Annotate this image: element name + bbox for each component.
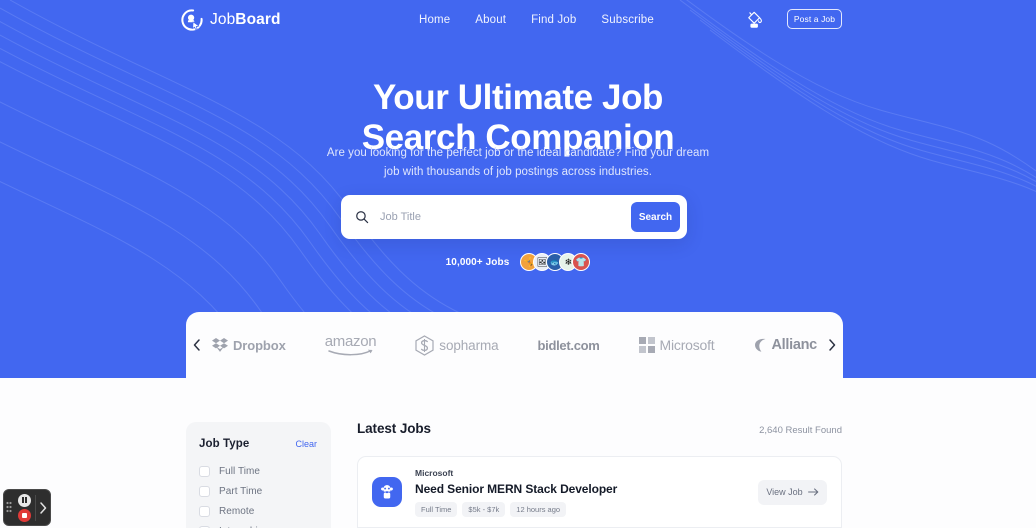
hero-title-line-1: Your Ultimate Job [372,78,664,117]
briefcase-badge-icon [381,485,393,499]
chevron-left-icon [193,339,200,351]
alliance-eagle-icon [754,338,765,352]
search-input[interactable] [369,211,631,223]
post-a-job-button[interactable]: Post a Job [787,9,842,29]
partner-logo-amazon[interactable]: amazon [325,334,377,356]
view-job-button[interactable]: View Job [758,479,827,505]
nav-item-subscribe[interactable]: Subscribe [601,14,654,26]
partner-logo-dropbox[interactable]: Dropbox [212,337,286,353]
job-tag-type: Full Time [415,501,458,517]
hero-subtitle: Are you looking for the perfect job or t… [326,147,710,178]
job-tag-list: Full Time $5k - $7k 12 hours ago [415,501,758,517]
job-tag-salary: $5k - $7k [462,501,506,517]
nav-item-home[interactable]: Home [419,14,450,26]
partner-logo-label: sopharma [439,337,499,353]
partner-logo-label: Allianc [771,337,818,353]
filter-option-part-time[interactable]: Part Time [199,486,317,497]
brand-word-board: Board [235,11,281,28]
chevron-right-icon [40,501,47,514]
job-details: Microsoft Need Senior MERN Stack Develop… [415,468,758,517]
job-tag-posted: 12 hours ago [510,501,567,517]
nav-item-find-job[interactable]: Find Job [531,14,576,26]
result-count-label: 2,640 Result Found [759,425,842,436]
filter-header: Job Type Clear [199,438,317,450]
search-button[interactable]: Search [631,202,680,232]
stop-record-icon[interactable] [18,508,31,522]
jobs-count-label: 10,000+ Jobs [445,256,510,268]
jobs-stat-row: 10,000+ Jobs 🤸 🖼 🐟 ❄ 👕 [0,253,1036,271]
pause-icon[interactable] [18,493,31,507]
page-root: JobBoard Home About Find Job Subscribe P… [0,0,1036,528]
latest-jobs-header: Latest Jobs 2,640 Result Found [357,421,842,436]
partner-logo-microsoft[interactable]: Microsoft [638,337,715,353]
drag-grip-icon[interactable] [4,501,14,515]
filter-option-remote[interactable]: Remote [199,506,317,517]
partner-logo-label: amazon [324,333,377,350]
job-title: Need Senior MERN Stack Developer [415,481,618,496]
job-search-bar: Search [341,195,687,239]
microsoft-squares-icon [638,337,655,353]
job-list-item[interactable]: Microsoft Need Senior MERN Stack Develop… [357,456,842,528]
partner-logo-bidlet[interactable]: bidlet.com [538,338,600,353]
filter-title: Job Type [199,438,250,450]
nav-item-about[interactable]: About [475,14,506,26]
carousel-track: Dropbox amazon sopharma bidlet.com Micro… [208,312,821,378]
recorder-controls [14,493,35,522]
filter-option-label: Full Time [219,466,261,477]
checkbox-full-time[interactable] [199,466,210,477]
arrow-right-icon [807,488,819,496]
paint-bucket-icon[interactable] [745,8,765,30]
recorder-expand-button[interactable] [36,501,50,514]
carousel-prev-button[interactable] [186,339,208,351]
top-navbar: JobBoard Home About Find Job Subscribe P… [0,0,1036,42]
job-company-name: Microsoft [415,467,454,478]
dropbox-icon [212,338,228,352]
cursor-circle-icon [181,9,203,31]
avatar: 👕 [572,253,591,271]
latest-jobs-title: Latest Jobs [357,421,431,436]
job-type-filter-panel: Job Type Clear Full Time Part Time Remot… [186,422,331,528]
partner-logo-label: Dropbox [233,337,286,353]
partner-logos-carousel: Dropbox amazon sopharma bidlet.com Micro… [186,312,843,378]
checkbox-part-time[interactable] [199,486,210,497]
screen-recorder-widget [3,489,51,526]
partner-logo-label: bidlet.com [537,337,600,353]
filter-option-label: Remote [219,506,255,517]
partner-logo-alliance[interactable]: Allianc [754,337,817,353]
chevron-right-icon [829,339,836,351]
brand-word-job: Job [210,11,236,28]
brand-logo[interactable]: JobBoard [181,9,281,31]
filter-option-full-time[interactable]: Full Time [199,466,317,477]
navbar-right-cluster: Post a Job [745,8,1036,30]
company-logo [372,477,402,507]
sopharma-hex-icon [415,334,434,356]
view-job-label: View Job [766,487,803,497]
checkbox-remote[interactable] [199,506,210,517]
filter-option-label: Part Time [219,486,263,497]
amazon-swoosh-icon [327,349,373,356]
brand-name: JobBoard [210,11,281,29]
nav-links: Home About Find Job Subscribe [419,14,654,26]
carousel-next-button[interactable] [821,339,843,351]
partner-logo-sopharma[interactable]: sopharma [415,334,499,356]
avatar-group: 🤸 🖼 🐟 ❄ 👕 [520,253,591,271]
partner-logo-label: Microsoft [659,337,715,353]
filter-clear-button[interactable]: Clear [295,439,317,449]
drag-grip-dots-icon [6,501,12,512]
search-icon [356,211,369,224]
